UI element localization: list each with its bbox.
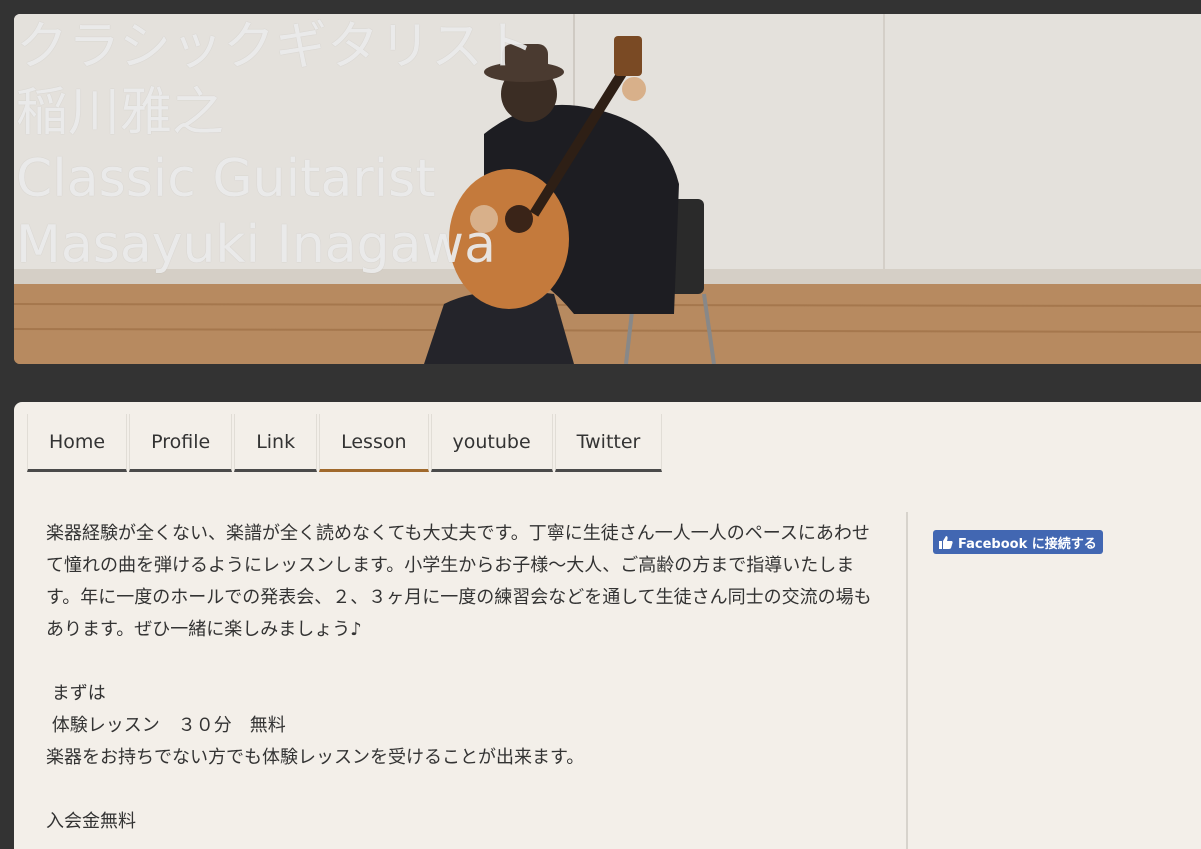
site-title: クラシックギタリスト 稲川雅之 Classic Guitarist Masayu… xyxy=(16,14,535,278)
facebook-connect-button[interactable]: Facebook に接続する xyxy=(933,530,1103,554)
lesson-article: 楽器経験が全くない、楽譜が全く読めなくても大丈夫です。丁寧に生徒さん一人一人のペ… xyxy=(46,518,876,838)
nav-home[interactable]: Home xyxy=(27,414,128,472)
sidebar-divider xyxy=(906,512,908,849)
lesson-intro: 楽器経験が全くない、楽譜が全く読めなくても大丈夫です。丁寧に生徒さん一人一人のペ… xyxy=(46,523,872,640)
first-label: まずは xyxy=(46,683,106,704)
admission-fee: 入会金無料 xyxy=(46,811,136,832)
title-line-en-role: Classic Guitarist xyxy=(16,149,436,209)
nav-profile[interactable]: Profile xyxy=(129,414,233,472)
nav-lesson[interactable]: Lesson xyxy=(319,414,429,472)
facebook-connect-label: Facebook に接続する xyxy=(958,536,1097,552)
title-line-ja-role: クラシックギタリスト xyxy=(16,17,535,77)
trial-note: 楽器をお持ちでない方でも体験レッスンを受けることが出来ます。 xyxy=(46,747,585,768)
title-line-ja-name: 稲川雅之 xyxy=(16,83,225,143)
nav-link[interactable]: Link xyxy=(234,414,318,472)
title-line-en-name: Masayuki Inagawa xyxy=(16,215,496,275)
content-panel: Home Profile Link Lesson youtube Twitter… xyxy=(14,402,1201,849)
trial-lesson: 体験レッスン ３０分 無料 xyxy=(46,715,286,736)
nav-twitter[interactable]: Twitter xyxy=(554,414,663,472)
header-banner: クラシックギタリスト 稲川雅之 Classic Guitarist Masayu… xyxy=(14,14,1201,364)
main-nav: Home Profile Link Lesson youtube Twitter xyxy=(27,414,663,472)
nav-youtube[interactable]: youtube xyxy=(430,414,553,472)
thumbs-up-icon xyxy=(939,535,953,549)
